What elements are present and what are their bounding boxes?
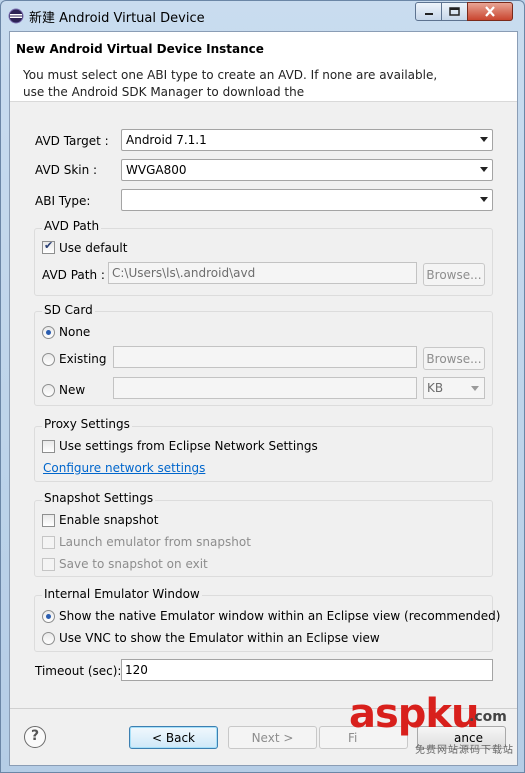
next-button[interactable]: Next > (228, 726, 317, 749)
chevron-down-icon (480, 167, 488, 172)
native-window-label: Show the native Emulator window within a… (59, 609, 501, 623)
vnc-window-label: Use VNC to show the Emulator within an E… (59, 631, 380, 645)
configure-network-link[interactable]: Configure network settings (43, 461, 205, 475)
sd-new-size-field[interactable] (113, 377, 417, 399)
avd-path-group-title: AVD Path (42, 219, 102, 233)
emulator-window-group-title: Internal Emulator Window (42, 587, 202, 601)
window-title: 新建 Android Virtual Device (29, 11, 205, 26)
timeout-label: Timeout (sec): (35, 664, 122, 678)
minimize-icon (424, 12, 433, 15)
enable-snapshot-label: Enable snapshot (59, 513, 159, 527)
avd-skin-label: AVD Skin : (35, 163, 98, 177)
avd-skin-value: WVGA800 (126, 163, 187, 177)
snapshot-group-title: Snapshot Settings (42, 491, 156, 505)
watermark-domain: .com (469, 709, 507, 725)
launch-from-snapshot-checkbox[interactable] (42, 536, 55, 549)
abi-type-select[interactable] (121, 189, 493, 211)
eclipse-app-icon (8, 8, 24, 24)
use-eclipse-network-label: Use settings from Eclipse Network Settin… (59, 439, 318, 453)
enable-snapshot-checkbox[interactable] (42, 514, 55, 527)
dialog-client: New Android Virtual Device Instance You … (9, 31, 518, 766)
sd-new-label: New (59, 383, 86, 397)
avd-skin-select[interactable]: WVGA800 (121, 159, 493, 181)
avd-target-label: AVD Target : (35, 134, 109, 148)
back-button[interactable]: < Back (129, 726, 218, 749)
sd-browse-button[interactable]: Browse... (423, 347, 485, 370)
maximize-button[interactable] (441, 2, 468, 21)
minimize-button[interactable] (415, 2, 442, 21)
timeout-field[interactable]: 120 (121, 659, 493, 681)
aspku-watermark: aspku .com 免费网站源码下载站 (349, 691, 517, 763)
header-message: You must select one ABI type to create a… (23, 68, 438, 99)
launch-from-snapshot-label: Launch emulator from snapshot (59, 535, 251, 549)
abi-type-label: ABI Type: (35, 194, 91, 208)
save-to-snapshot-checkbox[interactable] (42, 558, 55, 571)
watermark-brand: aspku (349, 691, 480, 737)
avd-path-field[interactable]: C:\Users\ls\.android\avd (108, 262, 417, 284)
sd-unit-select[interactable]: KB (423, 377, 485, 399)
chevron-down-icon (480, 197, 488, 202)
sd-none-radio[interactable] (42, 326, 55, 339)
sd-none-label: None (59, 325, 91, 339)
close-icon (485, 6, 495, 17)
use-eclipse-network-checkbox[interactable] (42, 440, 55, 453)
native-window-radio[interactable] (42, 610, 55, 623)
wizard-header: New Android Virtual Device Instance You … (10, 32, 517, 102)
sd-existing-radio[interactable] (42, 353, 55, 366)
avd-path-browse-button[interactable]: Browse... (423, 263, 485, 286)
use-default-checkbox[interactable] (42, 239, 55, 254)
avd-path-label: AVD Path : (42, 268, 105, 282)
title-bar[interactable]: 新建 Android Virtual Device (1, 1, 524, 31)
sd-existing-label: Existing (59, 352, 107, 366)
help-icon[interactable]: ? (24, 726, 46, 748)
avd-target-select[interactable]: Android 7.1.1 (121, 129, 493, 151)
sd-card-group-title: SD Card (42, 303, 95, 317)
watermark-tagline: 免费网站源码下载站 (415, 745, 514, 756)
chevron-down-icon (471, 386, 479, 391)
save-to-snapshot-label: Save to snapshot on exit (59, 557, 208, 571)
avd-target-value: Android 7.1.1 (126, 133, 207, 147)
page-title: New Android Virtual Device Instance (16, 42, 264, 56)
sd-new-radio[interactable] (42, 384, 55, 397)
chevron-down-icon (480, 137, 488, 142)
vnc-window-radio[interactable] (42, 632, 55, 645)
dialog-window: 新建 Android Virtual Device New Android Vi… (0, 0, 525, 773)
sd-unit-value: KB (427, 381, 444, 395)
use-default-label: Use default (59, 241, 128, 255)
proxy-group-title: Proxy Settings (42, 417, 132, 431)
close-button[interactable] (467, 2, 513, 21)
sd-existing-field[interactable] (113, 346, 417, 368)
maximize-icon (449, 7, 460, 16)
